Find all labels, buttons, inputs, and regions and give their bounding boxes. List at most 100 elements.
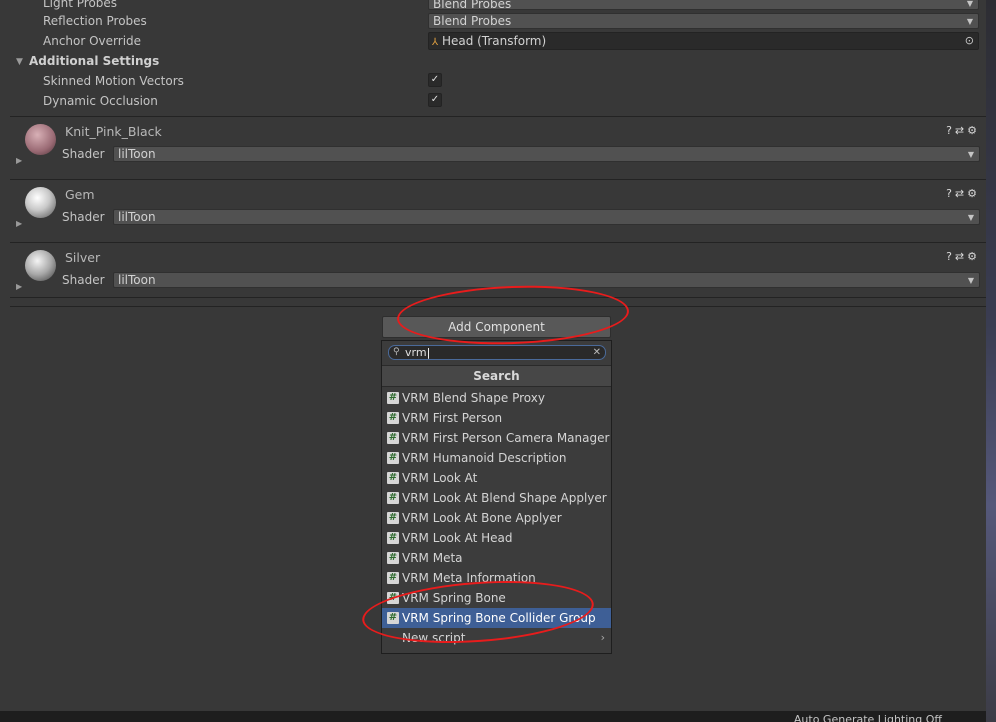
help-icon[interactable]: ? [946, 250, 955, 263]
script-icon: # [387, 432, 399, 444]
result-label: VRM First Person Camera Manager [402, 431, 610, 445]
material-name: Knit_Pink_Black [65, 124, 162, 139]
skinned-motion-vectors-label: Skinned Motion Vectors [43, 74, 184, 88]
component-search-input[interactable]: ⚲ vrm| ✕ [388, 345, 606, 360]
script-icon: # [387, 412, 399, 424]
material-header-icons: ?⇄⚙ [946, 250, 980, 263]
component-result-item[interactable]: # VRM Look At Bone Applyer [382, 508, 611, 528]
clear-search-icon[interactable]: ✕ [593, 346, 601, 359]
anchor-override-value: Head (Transform) [441, 34, 547, 48]
section-divider [10, 242, 996, 243]
material-name: Silver [65, 250, 101, 265]
script-icon: # [387, 532, 399, 544]
component-result-item[interactable]: # VRM Meta Information [382, 568, 611, 588]
add-component-popup: ⚲ vrm| ✕ Search # VRM Blend Shape Proxy #… [381, 340, 612, 654]
new-script-item[interactable]: New script › [382, 628, 611, 648]
result-label: VRM Look At Bone Applyer [402, 511, 562, 525]
material-preview-sphere [25, 250, 56, 281]
reflection-probes-label: Reflection Probes [43, 14, 147, 28]
add-component-button[interactable]: Add Component [382, 316, 611, 338]
anchor-override-field[interactable]: ⅄ Head (Transform) ⊙ [428, 32, 979, 50]
reflection-probes-value: Blend Probes [433, 14, 512, 28]
shader-label: Shader [62, 210, 105, 224]
component-result-item[interactable]: # VRM Meta [382, 548, 611, 568]
additional-settings-header[interactable]: Additional Settings [29, 54, 159, 68]
help-icon[interactable]: ? [946, 187, 955, 200]
foldout-open-icon[interactable]: ▼ [16, 57, 23, 67]
result-label: VRM Meta Information [402, 571, 536, 585]
shader-value: lilToon [118, 147, 156, 161]
component-result-item[interactable]: # VRM Spring Bone [382, 588, 611, 608]
shader-dropdown[interactable]: lilToon ▼ [113, 209, 980, 225]
script-icon: # [387, 592, 399, 604]
window-left-edge [0, 0, 9, 722]
foldout-closed-icon[interactable]: ▶ [16, 219, 22, 228]
result-label: VRM First Person [402, 411, 503, 425]
material-header-icons: ?⇄⚙ [946, 187, 980, 200]
result-label: VRM Spring Bone Collider Group [402, 611, 596, 625]
component-result-item[interactable]: # VRM Look At Head [382, 528, 611, 548]
settings-icon[interactable]: ⚙ [967, 187, 980, 200]
shader-value: lilToon [118, 210, 156, 224]
reflection-probes-dropdown[interactable]: Blend Probes ▼ [428, 13, 979, 29]
material-preview-sphere [25, 187, 56, 218]
dynamic-occlusion-label: Dynamic Occlusion [43, 94, 158, 108]
dynamic-occlusion-checkbox[interactable]: ✓ [428, 93, 442, 107]
component-result-item[interactable]: # VRM First Person [382, 408, 611, 428]
material-preview-sphere [25, 124, 56, 155]
settings-icon[interactable]: ⚙ [967, 124, 980, 137]
result-label: VRM Spring Bone [402, 591, 506, 605]
result-label: VRM Look At [402, 471, 478, 485]
search-icon: ⚲ [393, 347, 400, 357]
search-results-header: Search [382, 365, 611, 387]
result-label: VRM Look At Head [402, 531, 513, 545]
settings-icon[interactable]: ⚙ [967, 250, 980, 263]
anchor-override-label: Anchor Override [43, 34, 142, 48]
script-icon: # [387, 572, 399, 584]
preset-icon[interactable]: ⇄ [955, 187, 967, 200]
new-script-label: New script [402, 631, 466, 645]
shader-dropdown[interactable]: lilToon ▼ [113, 272, 980, 288]
script-icon: # [387, 472, 399, 484]
search-value: vrm [405, 346, 427, 359]
shader-value: lilToon [118, 273, 156, 287]
chevron-right-icon: › [600, 631, 605, 644]
dropdown-arrow-icon: ▼ [967, 150, 974, 159]
component-result-item[interactable]: # VRM Blend Shape Proxy [382, 388, 611, 408]
help-icon[interactable]: ? [946, 124, 955, 137]
foldout-closed-icon[interactable]: ▶ [16, 156, 22, 165]
shader-label: Shader [62, 147, 105, 161]
dropdown-arrow-icon: ▼ [966, 0, 973, 8]
transform-icon: ⅄ [432, 37, 439, 48]
result-label: VRM Humanoid Description [402, 451, 567, 465]
script-icon: # [387, 392, 399, 404]
annotation-circle-add-component [396, 281, 630, 349]
component-result-item[interactable]: # VRM Look At [382, 468, 611, 488]
object-picker-icon[interactable]: ⊙ [965, 33, 974, 49]
status-bar: Auto Generate Lighting Off [0, 711, 986, 722]
window-right-edge [986, 0, 996, 722]
material-name: Gem [65, 187, 95, 202]
foldout-closed-icon[interactable]: ▶ [16, 282, 22, 291]
component-result-item-selected[interactable]: # VRM Spring Bone Collider Group [382, 608, 611, 628]
section-divider [10, 179, 996, 180]
component-result-item[interactable]: # VRM First Person Camera Manager [382, 428, 611, 448]
script-icon: # [387, 512, 399, 524]
dropdown-arrow-icon: ▼ [966, 17, 973, 26]
component-result-item[interactable]: # VRM Look At Blend Shape Applyer [382, 488, 611, 508]
component-result-item[interactable]: # VRM Humanoid Description [382, 448, 611, 468]
section-divider [10, 306, 996, 307]
preset-icon[interactable]: ⇄ [955, 250, 967, 263]
section-divider [10, 297, 996, 298]
material-header-icons: ?⇄⚙ [946, 124, 980, 137]
dropdown-arrow-icon: ▼ [967, 213, 974, 222]
light-probes-value: Blend Probes [433, 0, 512, 10]
shader-dropdown[interactable]: lilToon ▼ [113, 146, 980, 162]
result-label: VRM Look At Blend Shape Applyer [402, 491, 607, 505]
skinned-motion-vectors-checkbox[interactable]: ✓ [428, 73, 442, 87]
preset-icon[interactable]: ⇄ [955, 124, 967, 137]
script-icon: # [387, 492, 399, 504]
lighting-status-text: Auto Generate Lighting Off [793, 713, 942, 722]
script-icon: # [387, 552, 399, 564]
light-probes-dropdown[interactable]: Blend Probes ▼ [428, 0, 979, 10]
